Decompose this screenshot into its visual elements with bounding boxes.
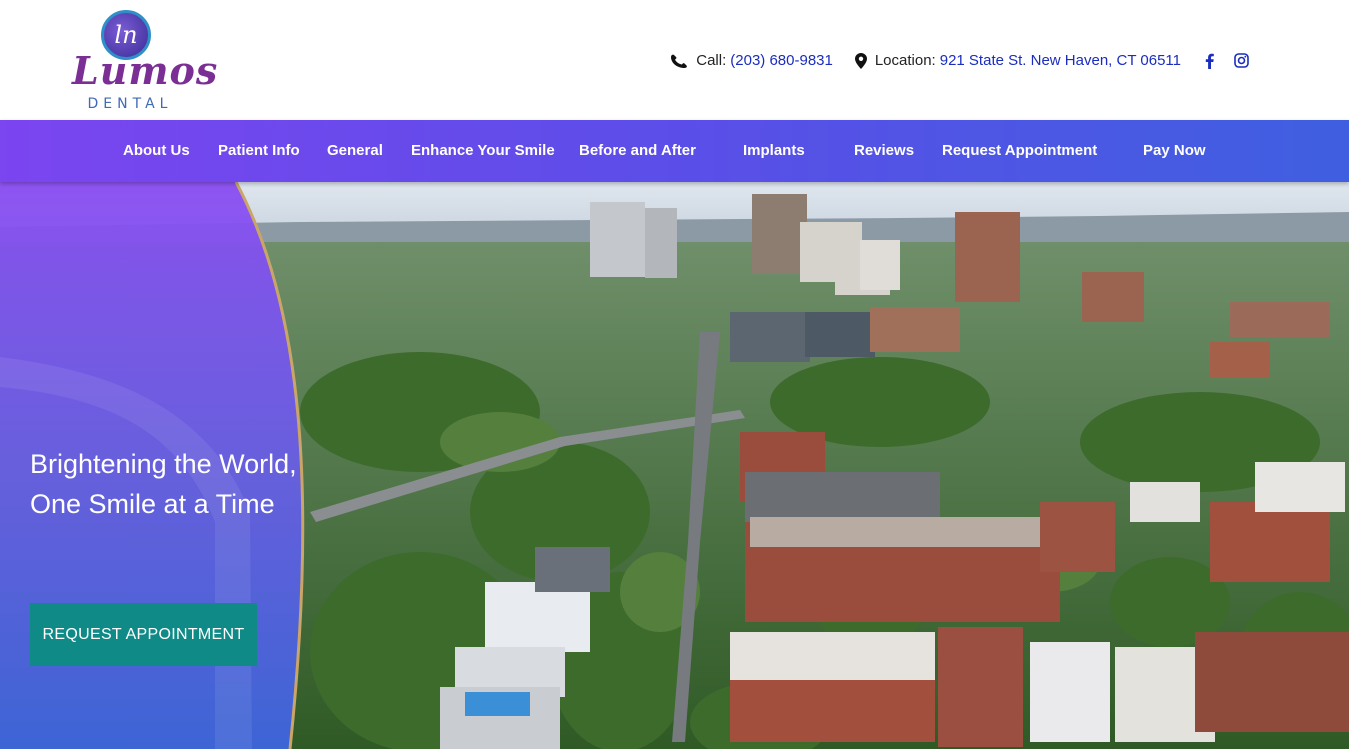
location-label: Location:: [874, 52, 936, 69]
logo-subtitle: DENTAL: [87, 96, 173, 112]
location-info: Location: 921 State St. New Haven, CT 06…: [854, 52, 1181, 69]
nav-item-pay-now[interactable]: Pay Now: [1143, 120, 1206, 182]
logo-wordmark: Lumos: [72, 48, 219, 93]
hero-tagline: Brightening the World, One Smile at a Ti…: [30, 449, 297, 519]
address-link[interactable]: 921 State St. New Haven, CT 06511: [940, 52, 1181, 69]
nav-item-patient-info[interactable]: Patient Info: [218, 120, 300, 182]
nav-item-general[interactable]: General: [327, 120, 383, 182]
hero-section: Brightening the World, One Smile at a Ti…: [0, 182, 1349, 749]
nav-item-reviews[interactable]: Reviews: [854, 120, 914, 182]
social-links: [1193, 53, 1257, 69]
instagram-icon[interactable]: [1234, 53, 1257, 68]
contact-bar: Call: (203) 680-9831 Location: 921 State…: [648, 52, 1257, 69]
nav-item-implants[interactable]: Implants: [743, 120, 805, 182]
request-appointment-button[interactable]: REQUEST APPOINTMENT: [30, 603, 257, 666]
map-pin-icon: [854, 52, 867, 69]
phone-icon: [671, 54, 688, 68]
nav-item-enhance-your-smile[interactable]: Enhance Your Smile: [411, 120, 555, 182]
facebook-icon[interactable]: [1205, 53, 1222, 69]
phone-link[interactable]: (203) 680-9831: [730, 52, 833, 69]
lumos-dental-logo[interactable]: ln Lumos DENTAL: [70, 8, 219, 114]
main-nav: About Us Patient Info General Enhance Yo…: [0, 120, 1349, 182]
site-header: ln Lumos DENTAL Call: (203) 680-9831 Loc…: [0, 0, 1349, 120]
nav-item-before-and-after[interactable]: Before and After: [579, 120, 696, 182]
nav-item-about-us[interactable]: About Us: [123, 120, 190, 182]
call-label: Call:: [696, 52, 727, 69]
call-info: Call: (203) 680-9831: [670, 52, 833, 69]
nav-item-request-appointment[interactable]: Request Appointment: [942, 120, 1097, 182]
